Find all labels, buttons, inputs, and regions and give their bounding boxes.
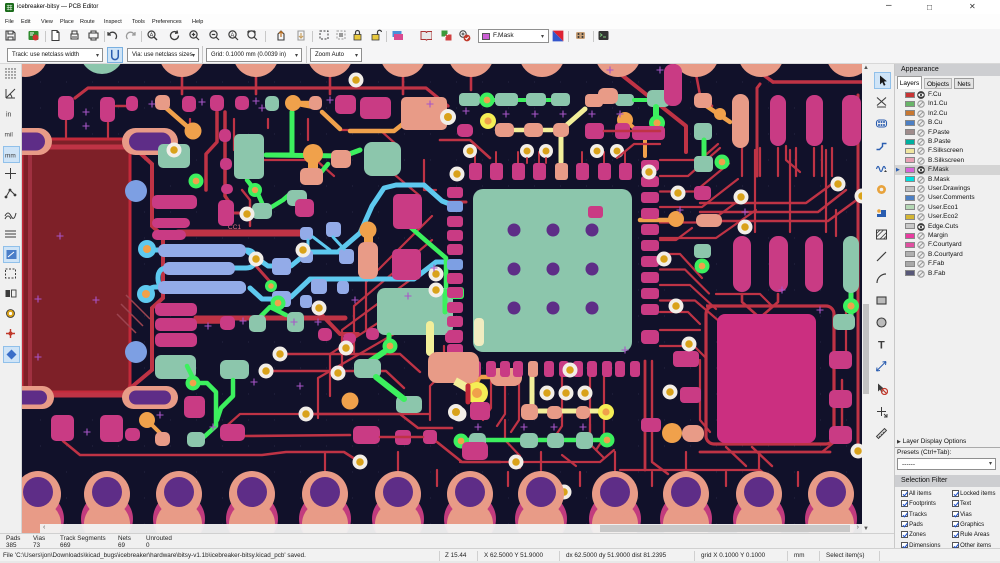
svg-text:T: T [878,340,885,352]
